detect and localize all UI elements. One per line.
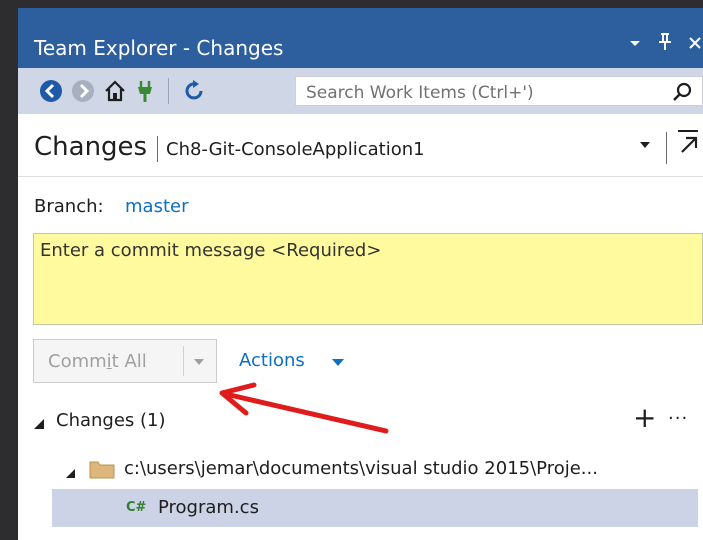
search-placeholder: Search Work Items (Ctrl+') xyxy=(306,83,534,103)
toolbar-separator xyxy=(168,78,169,104)
csharp-file-icon: C# xyxy=(126,500,147,515)
commit-message-input[interactable]: Enter a commit message <Required> xyxy=(33,233,703,325)
page-dropdown-icon[interactable] xyxy=(640,142,650,148)
actions-dropdown-icon[interactable] xyxy=(332,359,344,366)
folder-collapse-icon[interactable] xyxy=(66,469,75,478)
folder-icon xyxy=(88,458,116,480)
refresh-icon[interactable] xyxy=(181,78,207,104)
stage-all-icon[interactable]: + xyxy=(633,404,656,432)
folder-path[interactable]: c:\users\jemar\documents\visual studio 2… xyxy=(124,458,598,479)
window-title: Team Explorer - Changes xyxy=(34,36,284,60)
branch-link[interactable]: master xyxy=(125,196,188,217)
file-name[interactable]: Program.cs xyxy=(158,497,259,518)
page-title[interactable]: Changes xyxy=(34,132,147,162)
file-list-item[interactable] xyxy=(52,489,698,527)
annotation-arrow xyxy=(219,382,389,434)
forward-icon[interactable] xyxy=(70,78,96,104)
search-work-items-input[interactable]: Search Work Items (Ctrl+') xyxy=(295,76,703,106)
pin-icon[interactable] xyxy=(657,32,673,58)
header-separator xyxy=(666,132,667,164)
commit-message-placeholder: Enter a commit message <Required> xyxy=(40,240,382,261)
page-header: Changes Ch8-Git-ConsoleApplication1 xyxy=(18,114,703,177)
window-dropdown-icon[interactable] xyxy=(627,32,643,58)
commit-all-button[interactable]: Commit All xyxy=(33,339,217,383)
actions-menu[interactable]: Actions xyxy=(239,350,305,371)
changes-section-title[interactable]: Changes (1) xyxy=(56,410,166,431)
back-icon[interactable] xyxy=(38,78,64,104)
project-name: Ch8-Git-ConsoleApplication1 xyxy=(166,139,425,160)
more-options-icon[interactable]: ··· xyxy=(668,408,688,429)
commit-split-divider xyxy=(183,346,184,376)
header-divider xyxy=(157,136,158,162)
undock-icon[interactable] xyxy=(676,128,700,156)
plug-icon[interactable] xyxy=(132,78,158,104)
window-border-top xyxy=(0,0,703,8)
branch-label: Branch: xyxy=(34,196,104,217)
home-icon[interactable] xyxy=(102,78,128,104)
changes-collapse-icon[interactable] xyxy=(34,419,44,429)
window-border xyxy=(0,0,18,540)
search-icon[interactable] xyxy=(672,81,694,103)
commit-dropdown-icon[interactable] xyxy=(194,359,204,365)
title-bar: Team Explorer - Changes xyxy=(18,8,703,68)
close-icon[interactable] xyxy=(687,32,703,58)
commit-all-label: Commit All xyxy=(48,351,147,372)
toolbar: Search Work Items (Ctrl+') xyxy=(18,68,703,115)
